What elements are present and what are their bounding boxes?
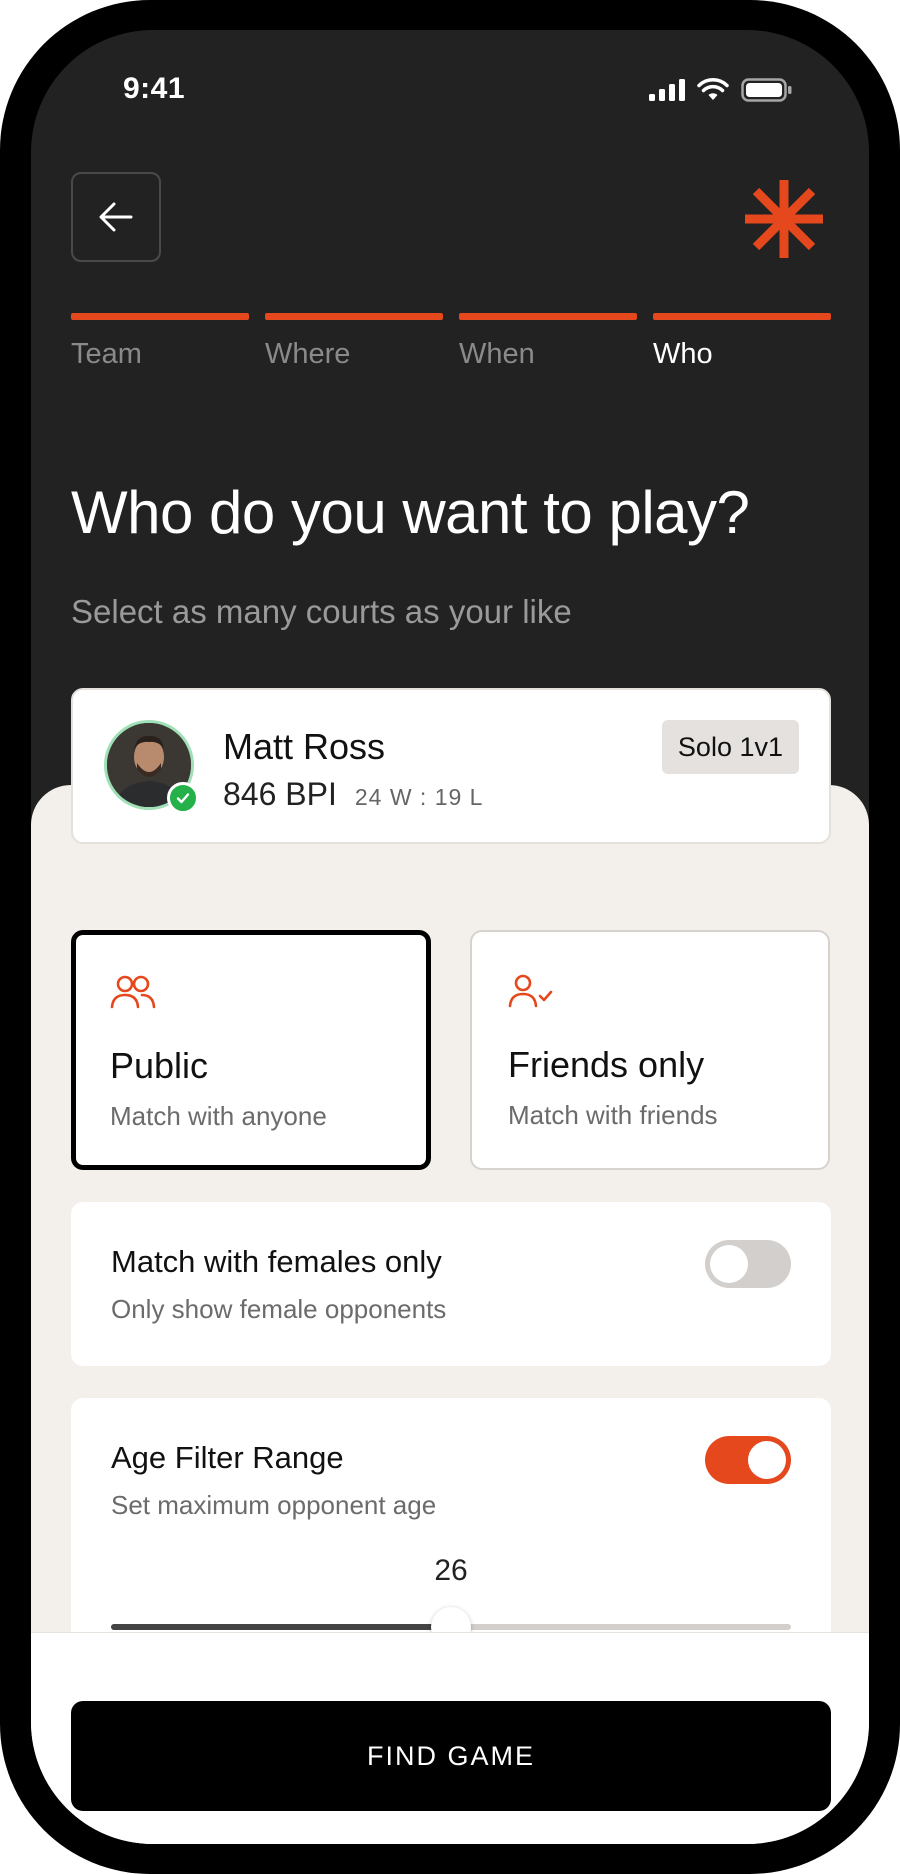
step-label: When xyxy=(459,338,535,370)
status-icons xyxy=(649,78,793,102)
player-bpi: 846 BPI xyxy=(223,776,337,812)
check-icon xyxy=(176,793,190,804)
page-subtitle: Select as many courts as your like xyxy=(71,593,572,630)
signal-icon xyxy=(649,79,685,101)
option-title: Friends only xyxy=(508,1044,705,1085)
toggle-knob xyxy=(748,1441,786,1479)
step-bar xyxy=(71,313,249,320)
battery-icon xyxy=(741,78,792,102)
age-slider-fill xyxy=(111,1624,451,1630)
step-label: Who xyxy=(653,338,713,370)
bottom-action-bar: FIND GAME xyxy=(31,1632,869,1844)
player-record: 24 W : 19 L xyxy=(354,784,484,810)
filter-title: Match with females only xyxy=(111,1244,442,1279)
back-button[interactable] xyxy=(71,172,161,262)
option-description: Match with friends xyxy=(508,1100,718,1130)
age-value: 26 xyxy=(434,1554,468,1587)
mode-badge: Solo 1v1 xyxy=(661,720,799,774)
females-only-toggle[interactable] xyxy=(705,1240,791,1288)
player-name: Matt Ross xyxy=(223,726,386,767)
filter-title: Age Filter Range xyxy=(111,1440,344,1475)
phone-frame: 9:41 Team Where When Who Who do you want… xyxy=(0,0,900,1874)
asterisk-logo-icon xyxy=(745,180,823,258)
option-description: Match with anyone xyxy=(110,1101,327,1131)
step-where[interactable]: Where xyxy=(265,313,443,371)
age-slider-track[interactable] xyxy=(111,1607,791,1647)
option-title: Public xyxy=(110,1045,209,1086)
filter-description: Only show female opponents xyxy=(111,1294,447,1324)
step-bar xyxy=(265,313,443,320)
step-bar xyxy=(653,313,831,320)
find-game-button[interactable]: FIND GAME xyxy=(71,1701,831,1811)
users-icon xyxy=(110,975,156,1009)
option-public[interactable]: Public Match with anyone xyxy=(71,930,431,1170)
app-screen: 9:41 Team Where When Who Who do you want… xyxy=(31,30,869,1844)
player-stats: 846 BPI 24 W : 19 L xyxy=(223,776,483,813)
wifi-icon xyxy=(697,78,729,100)
females-filter-card: Match with females only Only show female… xyxy=(71,1202,831,1366)
step-label: Where xyxy=(265,338,351,370)
profile-card: Matt Ross 846 BPI 24 W : 19 L Solo 1v1 xyxy=(71,688,831,844)
step-bar xyxy=(459,313,637,320)
step-who[interactable]: Who xyxy=(653,313,831,371)
filter-description: Set maximum opponent age xyxy=(111,1490,437,1520)
user-check-icon xyxy=(508,974,553,1008)
toggle-knob xyxy=(710,1245,748,1283)
progress-stepper: Team Where When Who xyxy=(71,313,831,371)
page-title: Who do you want to play? xyxy=(71,479,750,546)
step-when[interactable]: When xyxy=(459,313,637,371)
arrow-left-icon xyxy=(99,202,133,232)
step-label: Team xyxy=(71,338,142,370)
step-team[interactable]: Team xyxy=(71,313,249,371)
status-time: 9:41 xyxy=(123,72,186,105)
age-filter-toggle[interactable] xyxy=(705,1436,791,1484)
verified-badge-icon xyxy=(167,782,199,814)
option-friends-only[interactable]: Friends only Match with friends xyxy=(470,930,830,1170)
